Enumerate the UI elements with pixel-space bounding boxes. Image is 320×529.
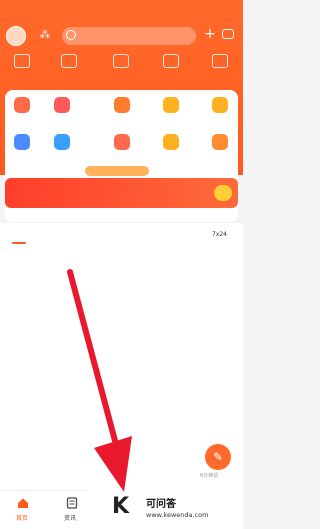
- annotation-arrow: [67, 269, 132, 492]
